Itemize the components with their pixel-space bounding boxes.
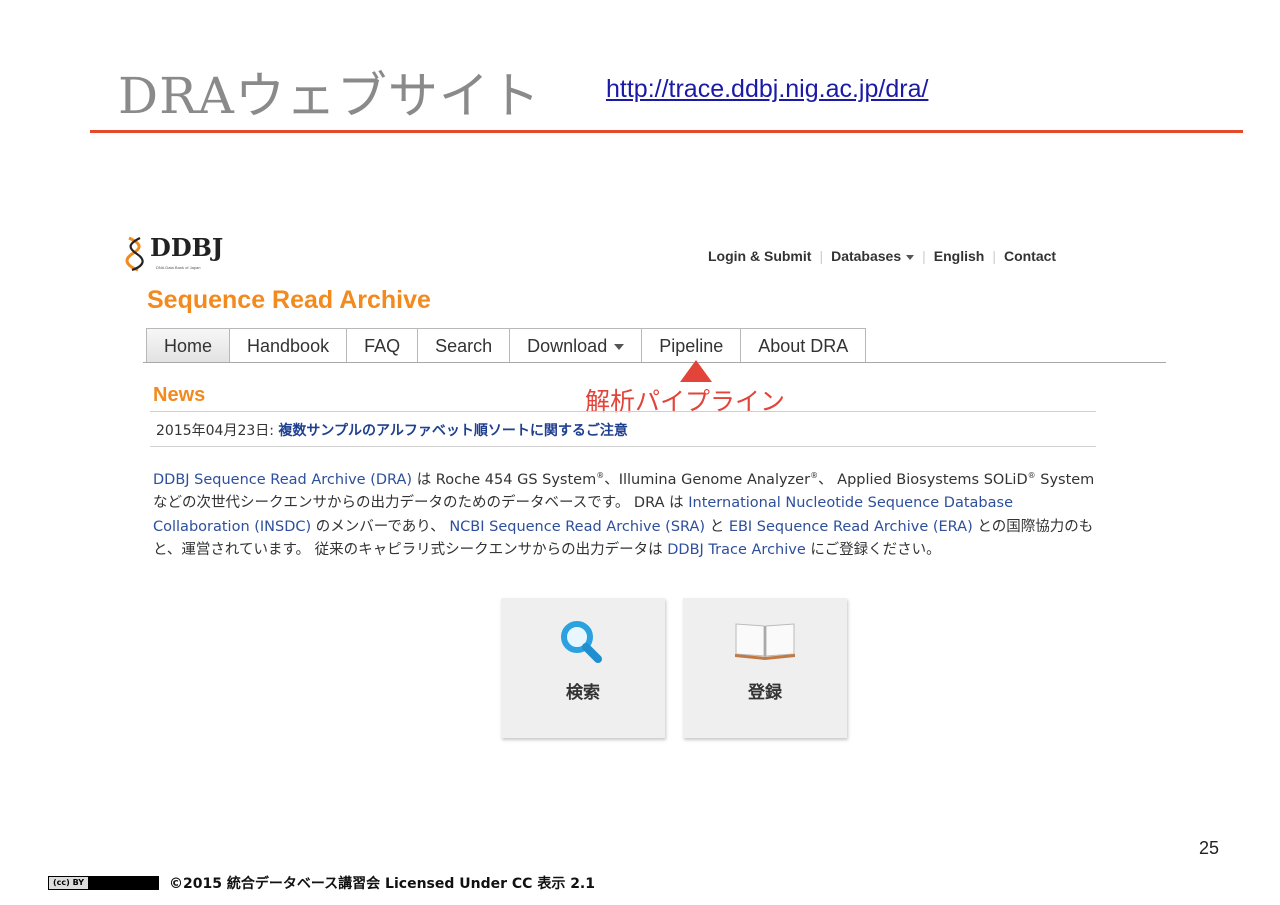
databases-label: Databases	[831, 248, 902, 264]
registered-mark: ®	[810, 471, 819, 480]
news-date: 2015年04月23日:	[156, 423, 279, 439]
main-tabs: Home Handbook FAQ Search Download Pipeli…	[146, 328, 867, 362]
cc-badge-text: (cc) BY	[49, 877, 89, 889]
register-card[interactable]: 登録	[683, 598, 847, 738]
chevron-down-icon	[906, 254, 915, 260]
cc-badge-bar	[88, 877, 159, 889]
nav-separator: |	[992, 248, 996, 264]
news-divider	[150, 411, 1096, 412]
desc-text: System	[1035, 471, 1095, 488]
tab-home[interactable]: Home	[146, 328, 231, 362]
trace-archive-link[interactable]: DDBJ Trace Archive	[667, 542, 806, 558]
slide-url-link[interactable]: http://trace.ddbj.nig.ac.jp/dra/	[606, 75, 928, 104]
desc-text: 、 Applied Biosystems SOLiD	[818, 471, 1028, 488]
open-book-icon	[735, 623, 795, 660]
tab-about-dra[interactable]: About DRA	[740, 328, 867, 362]
footer-text: ©2015 統合データベース講習会 Licensed Under CC 表示 2…	[169, 876, 595, 892]
tabs-divider	[143, 362, 1166, 363]
search-card-label: 検索	[566, 683, 600, 703]
desc-text: と	[705, 518, 729, 535]
tab-pipeline[interactable]: Pipeline	[641, 328, 742, 362]
site-title: Sequence Read Archive	[147, 286, 431, 314]
pipeline-annotation: 解析パイプライン	[585, 387, 786, 416]
dna-helix-icon	[125, 236, 144, 272]
register-card-label: 登録	[748, 683, 782, 703]
registered-mark: ®	[1027, 471, 1036, 480]
nav-separator: |	[819, 248, 824, 264]
cc-license-badge[interactable]: (cc) BY	[48, 876, 160, 890]
era-link[interactable]: EBI Sequence Read Archive (ERA)	[729, 519, 973, 535]
slide-title: DRAウェブサイト	[118, 67, 541, 125]
login-submit-link[interactable]: Login & Submit	[708, 248, 811, 264]
sra-link[interactable]: NCBI Sequence Read Archive (SRA)	[449, 519, 705, 535]
desc-text: にご登録ください。	[805, 542, 941, 559]
news-heading: News	[153, 384, 206, 406]
insdc-link-cont[interactable]: Collaboration (INSDC)	[153, 519, 311, 535]
desc-text: との国際協力のも	[972, 518, 1094, 535]
news-divider	[150, 446, 1096, 447]
tab-faq[interactable]: FAQ	[346, 328, 419, 362]
desc-text: 、Illumina Genome Analyzer	[604, 471, 811, 488]
dra-description: DDBJ Sequence Read Archive (DRA) は Roche…	[153, 464, 1153, 563]
chevron-down-icon	[614, 344, 625, 351]
title-divider	[90, 130, 1243, 133]
tab-handbook[interactable]: Handbook	[229, 328, 348, 362]
logo-subtext: DNA Data Bank of Japan	[156, 265, 201, 270]
desc-text: などの次世代シークエンサからの出力データのためのデータベースです。 DRA は	[153, 495, 689, 512]
english-link[interactable]: English	[934, 248, 985, 264]
desc-text: のメンバーであり、	[311, 518, 450, 535]
tab-search[interactable]: Search	[417, 328, 511, 362]
nav-separator: |	[922, 248, 926, 264]
magnifier-icon	[561, 621, 602, 663]
desc-text: と、運営されています。 従来のキャピラリ式シークエンサからの出力データは	[153, 542, 668, 559]
dra-link[interactable]: DDBJ Sequence Read Archive (DRA)	[153, 472, 412, 488]
news-link[interactable]: 複数サンプルのアルファベット順ソートに関するご注意	[278, 423, 627, 439]
search-card[interactable]: 検索	[501, 598, 665, 738]
tab-download[interactable]: Download	[509, 328, 643, 362]
ddbj-logo[interactable]: DDBJ DNA Data Bank of Japan	[124, 234, 223, 272]
tab-download-label: Download	[527, 336, 608, 356]
databases-menu[interactable]: Databases	[831, 248, 915, 264]
footer: (cc) BY ©2015 統合データベース講習会 Licensed Under…	[48, 873, 595, 893]
logo-text: DDBJ	[150, 233, 224, 262]
insdc-link[interactable]: International Nucleotide Sequence Databa…	[688, 495, 1013, 511]
page-number: 25	[1199, 838, 1220, 858]
news-item: 2015年04月23日: 複数サンプルのアルファベット順ソートに関するご注意	[156, 420, 628, 440]
annotation-arrow-icon	[680, 360, 712, 382]
desc-text: は Roche 454 GS System	[412, 471, 597, 488]
top-nav: Login & Submit | Databases | English | C…	[708, 248, 1056, 264]
contact-link[interactable]: Contact	[1004, 248, 1056, 264]
